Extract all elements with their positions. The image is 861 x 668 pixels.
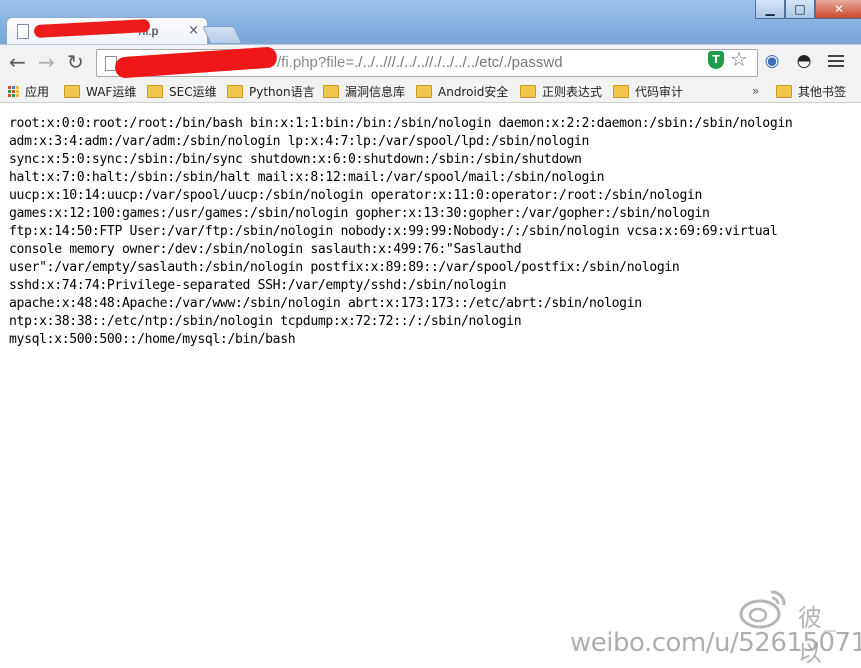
- bookmark-apps[interactable]: 应用: [8, 82, 49, 100]
- content-line: sshd:x:74:74:Privilege-separated SSH:/va…: [9, 278, 507, 293]
- bookmark-python[interactable]: Python语言: [227, 82, 315, 100]
- content-line: apache:x:48:48:Apache:/var/www:/sbin/nol…: [9, 296, 642, 311]
- folder-icon: [64, 84, 80, 98]
- back-button[interactable]: ←: [9, 52, 26, 72]
- folder-icon: [613, 84, 629, 98]
- folder-icon: [520, 84, 536, 98]
- folder-icon: [776, 84, 792, 98]
- window-controls: ▁ □ ✕: [755, 0, 861, 20]
- folder-icon: [227, 84, 243, 98]
- forward-button[interactable]: →: [38, 52, 55, 72]
- content-line: mysql:x:500:500::/home/mysql:/bin/bash: [9, 332, 296, 347]
- bookmark-android[interactable]: Android安全: [416, 82, 508, 100]
- menu-icon[interactable]: [828, 52, 844, 70]
- content-line: sync:x:5:0:sync:/sbin:/bin/sync shutdown…: [9, 152, 582, 167]
- bookmark-label: 应用: [25, 84, 50, 99]
- bookmark-label: 其他书签: [798, 84, 847, 99]
- watermark-url: weibo.com/u/5261507198: [570, 628, 861, 658]
- folder-icon: [323, 84, 339, 98]
- content-line: uucp:x:10:14:uucp:/var/spool/uucp:/sbin/…: [9, 188, 703, 203]
- content-line: games:x:12:100:games:/usr/games:/sbin/no…: [9, 206, 710, 221]
- shield-extension-icon[interactable]: T: [708, 51, 724, 69]
- content-line: root:x:0:0:root:/root:/bin/bash bin:x:1:…: [9, 116, 793, 131]
- title-bar: /fi.p × ▁ □ ✕: [0, 0, 861, 45]
- bookmarks-overflow-button[interactable]: »: [752, 82, 759, 100]
- bookmark-waf[interactable]: WAF运维: [64, 82, 136, 100]
- apps-icon: [8, 85, 19, 97]
- content-line: console memory owner:/dev:/sbin/nologin …: [9, 242, 522, 257]
- bookmark-label: WAF运维: [86, 84, 137, 99]
- incognito-icon[interactable]: ◓: [794, 51, 814, 71]
- content-line: ftp:x:14:50:FTP User:/var/ftp:/sbin/nolo…: [9, 224, 778, 239]
- content-line: user":/var/empty/saslauth:/sbin/nologin …: [9, 260, 680, 275]
- bookmark-label: SEC运维: [169, 84, 217, 99]
- passwd-file-content: root:x:0:0:root:/root:/bin/bash bin:x:1:…: [9, 115, 854, 349]
- content-line: ntp:x:38:38::/etc/ntp:/sbin/nologin tcpd…: [9, 314, 522, 329]
- bookmark-code-audit[interactable]: 代码审计: [613, 82, 683, 100]
- folder-icon: [416, 84, 432, 98]
- weibo-logo-icon: [739, 590, 786, 629]
- content-line: adm:x:3:4:adm:/var/adm:/sbin/nologin lp:…: [9, 134, 590, 149]
- content-line: halt:x:7:0:halt:/sbin:/sbin/halt mail:x:…: [9, 170, 605, 185]
- bookmark-label: 漏洞信息库: [345, 84, 406, 99]
- bookmark-vuln-db[interactable]: 漏洞信息库: [323, 82, 405, 100]
- maximize-button[interactable]: □: [785, 0, 815, 19]
- bookmark-label: Python语言: [249, 84, 315, 99]
- globe-icon[interactable]: ◉: [762, 51, 782, 71]
- star-icon[interactable]: ☆: [730, 47, 748, 71]
- url-text[interactable]: /fi.php?file=./../..///./../..//./../../…: [277, 54, 563, 71]
- bookmark-sec[interactable]: SEC运维: [147, 82, 217, 100]
- bookmark-other[interactable]: 其他书签: [776, 82, 846, 100]
- reload-button[interactable]: ↻: [67, 52, 84, 72]
- folder-icon: [147, 84, 163, 98]
- url-path: ./../..///./../..//./../../../etc/./pass…: [354, 54, 563, 71]
- close-window-button[interactable]: ✕: [815, 0, 861, 19]
- url-prefix: /fi.php?file=: [277, 54, 355, 71]
- new-tab-button[interactable]: [202, 26, 242, 43]
- bookmarks-bar: 应用 WAF运维 SEC运维 Python语言 漏洞信息库 Android安全 …: [0, 80, 861, 103]
- page-icon: [17, 24, 29, 39]
- bookmark-label: 代码审计: [635, 84, 684, 99]
- bookmark-regex[interactable]: 正则表达式: [520, 82, 602, 100]
- bookmark-label: Android安全: [438, 84, 509, 99]
- bookmark-label: 正则表达式: [542, 84, 603, 99]
- minimize-button[interactable]: ▁: [755, 0, 785, 19]
- tab-close-icon[interactable]: ×: [188, 23, 199, 38]
